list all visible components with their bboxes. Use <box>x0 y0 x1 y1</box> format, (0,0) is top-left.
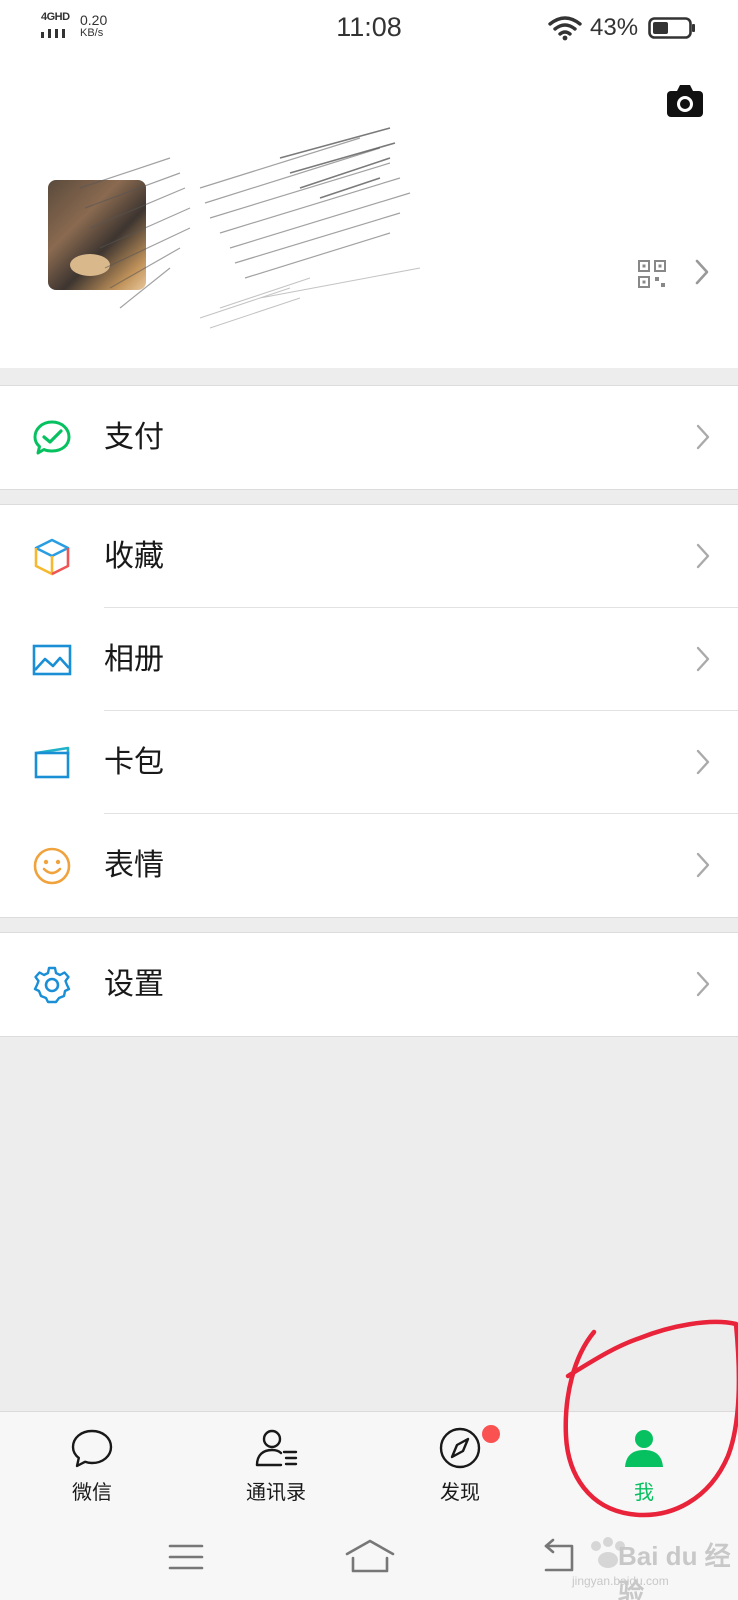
contacts-icon <box>255 1429 298 1467</box>
status-bar: 4GHD 0.20 KB/s 11:08 43% <box>0 0 738 58</box>
chat-bubble-icon <box>71 1429 113 1468</box>
smiley-icon <box>33 847 71 885</box>
menu-item-settings[interactable]: 设置 <box>0 933 738 1036</box>
wifi-icon <box>548 16 582 41</box>
image-icon <box>32 644 72 676</box>
profile-header[interactable] <box>0 58 738 368</box>
tab-label: 我 <box>634 1482 654 1504</box>
redaction-scribble <box>79 127 421 329</box>
menu-group-settings: 设置 <box>0 932 738 1037</box>
tab-label: 微信 <box>72 1482 112 1504</box>
chevron-right-icon <box>696 749 710 775</box>
chevron-right-icon <box>696 543 710 569</box>
battery-icon <box>648 17 695 39</box>
tab-bar: 微信 通讯录 发现 我 <box>0 1411 738 1518</box>
menu-group-main: 收藏 相册 卡包 表情 <box>0 504 738 918</box>
compass-icon <box>439 1427 481 1469</box>
menu-group-pay: 支付 <box>0 385 738 490</box>
tab-me[interactable]: 我 <box>552 1412 736 1519</box>
notification-badge <box>482 1425 500 1443</box>
menu-icon[interactable] <box>168 1542 204 1572</box>
home-icon[interactable] <box>344 1538 396 1574</box>
tab-discover[interactable]: 发现 <box>368 1412 552 1519</box>
battery-percent: 43% <box>590 14 639 41</box>
camera-icon[interactable] <box>666 84 704 118</box>
menu-label-settings: 设置 <box>104 968 164 1001</box>
watermark-url: jingyan.baidu.com <box>572 1574 669 1588</box>
cube-icon <box>34 538 70 576</box>
menu-item-album[interactable]: 相册 <box>0 608 738 711</box>
chevron-right-icon <box>696 971 710 997</box>
tab-chats[interactable]: 微信 <box>0 1412 184 1519</box>
chevron-right-icon <box>695 259 709 285</box>
menu-label-stickers: 表情 <box>104 849 164 882</box>
menu-item-cards[interactable]: 卡包 <box>0 711 738 814</box>
card-wallet-icon <box>34 746 70 779</box>
menu-item-stickers[interactable]: 表情 <box>0 814 738 917</box>
person-icon <box>625 1430 663 1467</box>
wallet-check-icon <box>33 420 71 455</box>
chevron-right-icon <box>696 424 710 450</box>
menu-label-album: 相册 <box>104 643 164 676</box>
qr-code-icon[interactable] <box>638 260 666 288</box>
chevron-right-icon <box>696 646 710 672</box>
tab-contacts[interactable]: 通讯录 <box>184 1412 368 1519</box>
watermark-text: Bai du 经验 <box>618 1541 731 1600</box>
gear-icon <box>33 966 71 1004</box>
menu-label-favorites: 收藏 <box>104 540 164 573</box>
chevron-right-icon <box>696 852 710 878</box>
tab-label: 通讯录 <box>246 1482 306 1504</box>
tab-label: 发现 <box>440 1482 480 1504</box>
menu-item-pay[interactable]: 支付 <box>0 386 738 489</box>
menu-item-favorites[interactable]: 收藏 <box>0 505 738 608</box>
menu-label-pay: 支付 <box>104 421 164 454</box>
menu-label-cards: 卡包 <box>104 746 164 779</box>
